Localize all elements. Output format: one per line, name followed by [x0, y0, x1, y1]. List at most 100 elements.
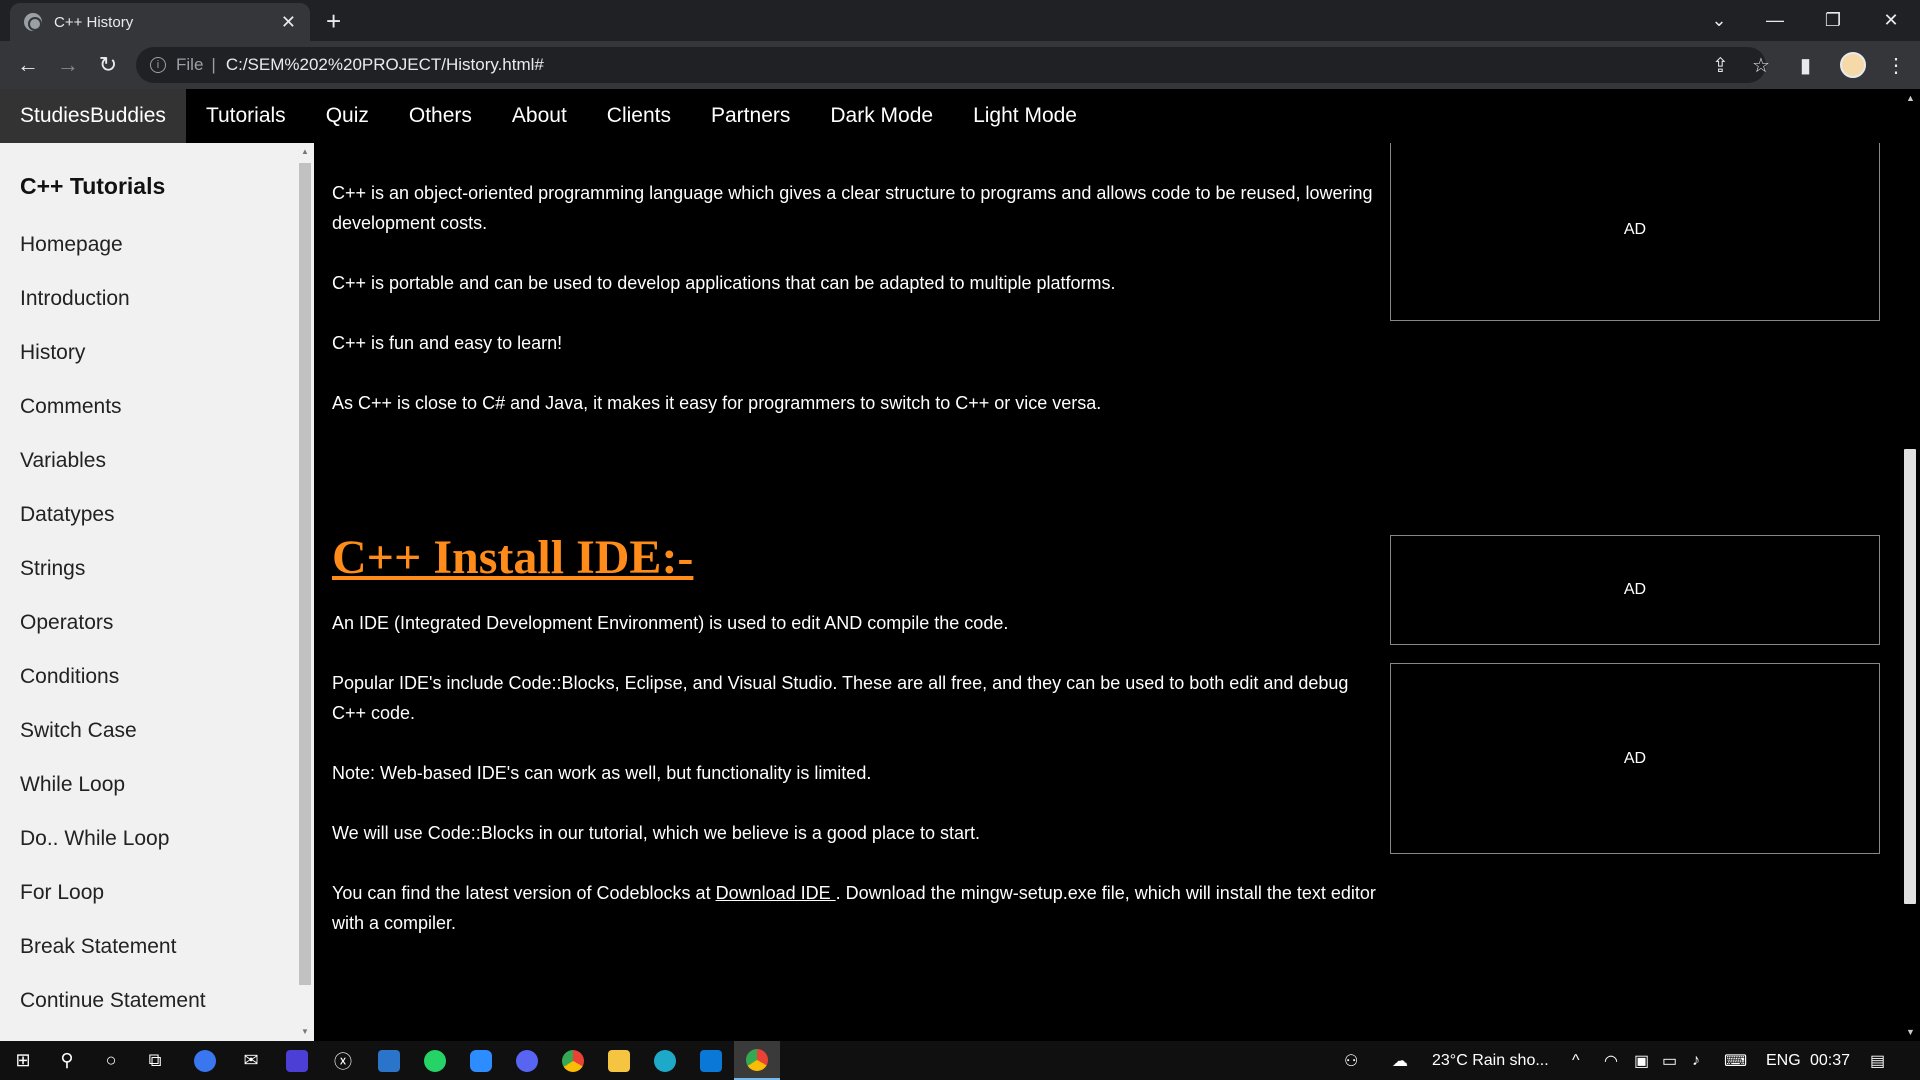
reload-button[interactable]: ↻ [94, 51, 122, 79]
signal-app-icon[interactable] [182, 1041, 228, 1080]
sidebar-scrollbar[interactable]: ▲ ▼ [296, 143, 314, 1041]
sidebar-item-switch-case[interactable]: Switch Case [0, 704, 296, 758]
nav-quiz[interactable]: Quiz [306, 104, 389, 128]
nav-others[interactable]: Others [389, 104, 492, 128]
ad-box[interactable]: AD [1390, 143, 1880, 321]
bookmark-star-icon[interactable]: ☆ [1752, 53, 1770, 78]
forward-button[interactable]: → [54, 51, 82, 79]
sidebar-item-break-statement[interactable]: Break Statement [0, 920, 296, 974]
volume-icon[interactable]: ♪ [1692, 1041, 1700, 1080]
sidebar-item-comments[interactable]: Comments [0, 380, 296, 434]
site-navbar: StudiesBuddies Tutorials Quiz Others Abo… [0, 89, 1900, 143]
device-icon[interactable]: ▣ [1634, 1041, 1649, 1080]
tab-search-icon[interactable]: ⌄ [1690, 0, 1748, 41]
browser-tab[interactable]: C++ History ✕ [10, 3, 310, 41]
info-icon[interactable]: i [150, 57, 166, 73]
sidebar-item-operators[interactable]: Operators [0, 596, 296, 650]
chrome-icon[interactable] [550, 1041, 596, 1080]
main-content: C++ is an object-oriented programming la… [314, 143, 1900, 1041]
show-hidden-icons-icon[interactable]: ^ [1572, 1041, 1580, 1080]
ad-box[interactable]: AD [1390, 663, 1880, 854]
network-icon[interactable]: ◠ [1604, 1041, 1618, 1080]
intro-paragraph: C++ is portable and can be used to devel… [332, 273, 1116, 293]
minimize-button[interactable]: — [1746, 0, 1804, 41]
new-tab-button[interactable]: + [326, 6, 341, 37]
article-body: C++ is an object-oriented programming la… [332, 178, 1382, 968]
file-explorer-icon[interactable] [596, 1041, 642, 1080]
xbox-icon[interactable]: ⓧ [320, 1041, 366, 1080]
nav-tutorials[interactable]: Tutorials [186, 104, 306, 128]
edge-icon[interactable] [642, 1041, 688, 1080]
globe-icon [24, 13, 42, 31]
download-ide-link[interactable]: Download IDE [716, 883, 836, 903]
page-scroll-down-icon[interactable]: ▼ [1906, 1027, 1915, 1037]
side-panel-icon[interactable]: ▮ [1800, 53, 1811, 78]
language-indicator[interactable]: ENG [1766, 1041, 1801, 1080]
whatsapp-icon[interactable] [412, 1041, 458, 1080]
intro-paragraph: C++ is an object-oriented programming la… [332, 183, 1373, 233]
nav-about[interactable]: About [492, 104, 587, 128]
menu-icon[interactable]: ⋮ [1886, 53, 1906, 78]
nav-dark-mode[interactable]: Dark Mode [810, 104, 953, 128]
windows-start-icon[interactable]: ⊞ [0, 1041, 46, 1080]
nav-clients[interactable]: Clients [587, 104, 691, 128]
sidebar-item-continue-statement[interactable]: Continue Statement [0, 974, 296, 1028]
page-scroll-thumb[interactable] [1904, 449, 1916, 904]
section-heading: C++ Install IDE:- [332, 531, 694, 584]
zoom-icon[interactable] [458, 1041, 504, 1080]
sidebar-item-introduction[interactable]: Introduction [0, 272, 296, 326]
battery-icon[interactable]: ▭ [1662, 1041, 1677, 1080]
address-separator: | [211, 55, 216, 74]
tutorial-sidebar: C++ Tutorials Homepage Introduction Hist… [0, 143, 296, 1041]
sidebar-item-history[interactable]: History [0, 326, 296, 380]
nav-partners[interactable]: Partners [691, 104, 810, 128]
sidebar-heading: C++ Tutorials [20, 173, 166, 199]
installer-app-icon[interactable] [366, 1041, 412, 1080]
window-close-button[interactable]: ✕ [1862, 0, 1920, 41]
url-text[interactable]: C:/SEM%202%20PROJECT/History.html# [226, 55, 544, 75]
sidebar-item-variables[interactable]: Variables [0, 434, 296, 488]
nav-light-mode[interactable]: Light Mode [953, 104, 1097, 128]
browser-tab-strip: C++ History ✕ + ⌄ — ❐ ✕ [0, 0, 1920, 41]
intro-paragraph: As C++ is close to C# and Java, it makes… [332, 393, 1102, 413]
sidebar-item-homepage[interactable]: Homepage [0, 218, 296, 272]
restore-button[interactable]: ❐ [1804, 0, 1862, 41]
sidebar-scroll-thumb[interactable] [299, 163, 311, 985]
share-icon[interactable]: ⇪ [1712, 53, 1729, 78]
address-bar[interactable]: i File | C:/SEM%202%20PROJECT/History.ht… [136, 47, 1766, 83]
weather-text[interactable]: 23°C Rain sho... [1432, 1041, 1549, 1080]
sidebar-item-datatypes[interactable]: Datatypes [0, 488, 296, 542]
weather-icon[interactable]: ☁ [1392, 1041, 1408, 1080]
cortana-icon[interactable]: ○ [88, 1041, 134, 1080]
site-brand[interactable]: StudiesBuddies [0, 89, 186, 143]
page-scrollbar[interactable]: ▲ ▼ [1900, 89, 1920, 1041]
mail-icon[interactable]: ✉ [228, 1041, 274, 1080]
scroll-up-arrow-icon[interactable]: ▲ [301, 147, 309, 156]
back-button[interactable]: ← [14, 51, 42, 79]
clock[interactable]: 00:37 [1810, 1041, 1850, 1080]
tab-close-icon[interactable]: ✕ [281, 12, 296, 33]
scroll-down-arrow-icon[interactable]: ▼ [301, 1027, 309, 1036]
sidebar-item-for-loop[interactable]: For Loop [0, 866, 296, 920]
people-icon[interactable]: ⚇ [1344, 1041, 1358, 1080]
editor-app-icon[interactable] [274, 1041, 320, 1080]
vscode-icon[interactable] [688, 1041, 734, 1080]
browser-toolbar: ← → ↻ i File | C:/SEM%202%20PROJECT/Hist… [0, 41, 1920, 89]
download-paragraph: You can find the latest version of Codeb… [332, 878, 1382, 938]
task-view-icon[interactable]: ⧉ [132, 1041, 178, 1080]
sidebar-item-do-while-loop[interactable]: Do.. While Loop [0, 812, 296, 866]
ad-box[interactable]: AD [1390, 535, 1880, 645]
notifications-icon[interactable]: ▤ [1870, 1041, 1885, 1080]
profile-avatar[interactable] [1840, 52, 1866, 78]
discord-icon[interactable] [504, 1041, 550, 1080]
chrome-active-icon[interactable] [734, 1041, 780, 1080]
sidebar-item-conditions[interactable]: Conditions [0, 650, 296, 704]
ide-paragraph: We will use Code::Blocks in our tutorial… [332, 823, 980, 843]
sidebar-item-while-loop[interactable]: While Loop [0, 758, 296, 812]
page-scroll-up-icon[interactable]: ▲ [1906, 93, 1915, 103]
search-icon[interactable]: ⚲ [44, 1041, 90, 1080]
ide-paragraph: An IDE (Integrated Development Environme… [332, 613, 1009, 633]
keyboard-icon[interactable]: ⌨ [1724, 1041, 1747, 1080]
sidebar-item-strings[interactable]: Strings [0, 542, 296, 596]
ide-paragraph: Popular IDE's include Code::Blocks, Ecli… [332, 673, 1349, 723]
